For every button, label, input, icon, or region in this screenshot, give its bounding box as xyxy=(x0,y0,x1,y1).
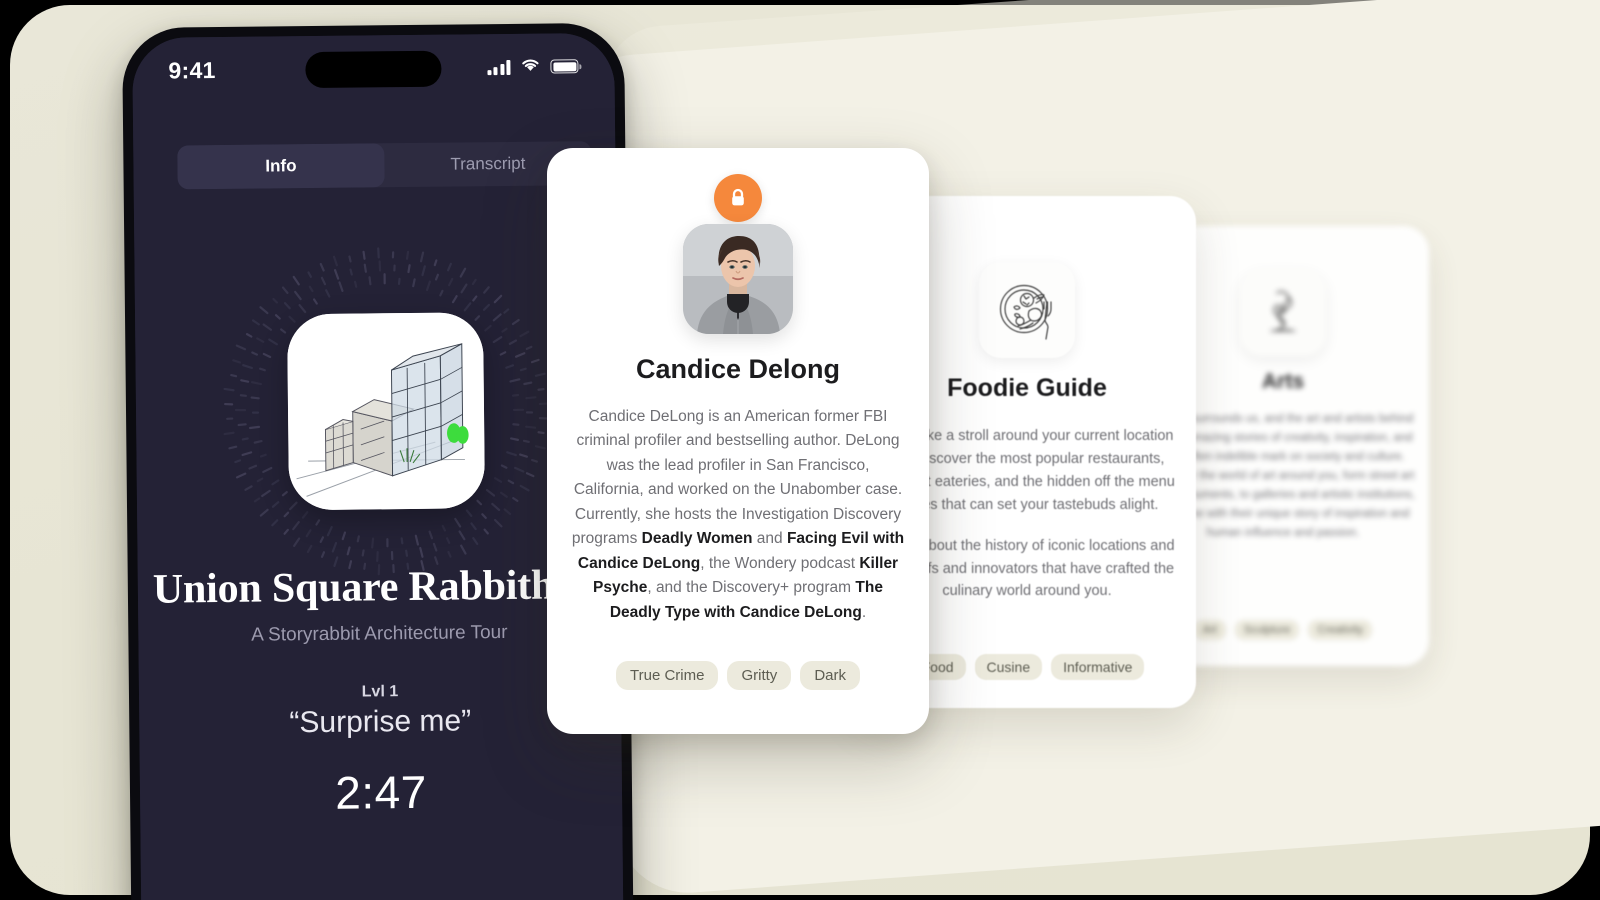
cellular-signal-icon xyxy=(486,59,511,75)
sculpture-statue-icon xyxy=(1240,270,1326,356)
tag[interactable]: Dark xyxy=(800,661,860,690)
guide-name: Candice Delong xyxy=(635,354,841,384)
tag[interactable]: Informative xyxy=(1051,654,1145,680)
tag[interactable]: True Crime xyxy=(616,661,719,690)
tab-segmented-control[interactable]: Info Transcript xyxy=(177,141,592,190)
plate-with-food-and-fork-icon xyxy=(979,262,1075,358)
tour-timer: 2:47 xyxy=(334,765,428,819)
tour-artwork-area xyxy=(177,215,595,607)
architecture-building-artwork xyxy=(287,312,486,511)
tag[interactable]: Art xyxy=(1193,620,1226,640)
lock-icon[interactable] xyxy=(714,174,762,222)
wifi-icon xyxy=(519,56,541,77)
tag[interactable]: Sculpture xyxy=(1234,620,1300,640)
tab-info[interactable]: Info xyxy=(177,143,385,190)
tag[interactable]: Creativity xyxy=(1308,620,1373,640)
dynamic-island xyxy=(305,50,442,89)
guide-card-tags: True Crime Gritty Dark xyxy=(547,661,929,690)
guide-profile-card[interactable]: Candice Delong Candice DeLong is an Amer… xyxy=(547,148,929,734)
guide-bio: Candice DeLong is an American former FBI… xyxy=(571,408,905,621)
candice-delong-portrait xyxy=(683,224,793,334)
battery-icon xyxy=(550,59,579,74)
tag[interactable]: Cusine xyxy=(974,654,1043,680)
status-indicators xyxy=(486,56,579,78)
screenshot-stage: 9:41 Info Transcript Union Square Rabbit… xyxy=(0,0,1600,900)
tag[interactable]: Gritty xyxy=(727,661,792,690)
status-time: 9:41 xyxy=(168,56,216,84)
